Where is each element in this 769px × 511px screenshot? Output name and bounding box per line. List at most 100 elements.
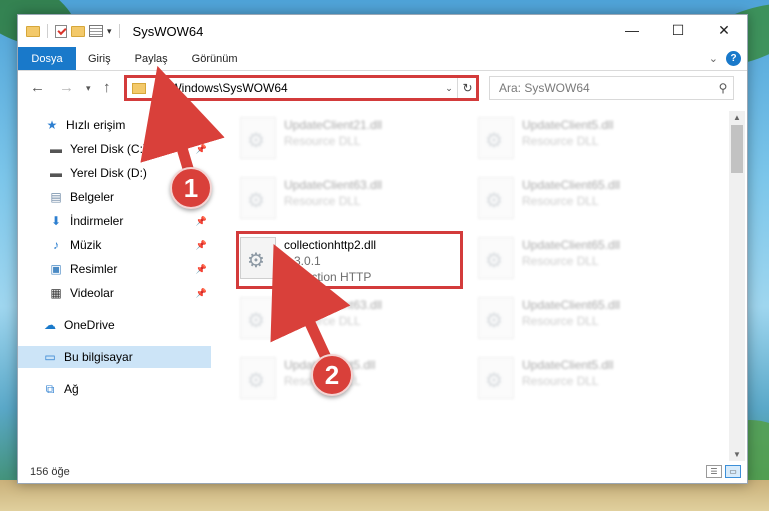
file-name: UpdateClient65.dll <box>522 238 621 252</box>
status-bar: 156 öğe ☰ ▭ <box>18 461 747 483</box>
list-item[interactable]: UpdateClient65.dll Resource DLL <box>474 233 702 289</box>
tab-file[interactable]: Dosya <box>18 47 76 70</box>
sidebar-item-pictures[interactable]: ▣ Resimler 📌 <box>18 258 211 280</box>
recent-locations-icon[interactable]: ▾ <box>86 83 91 94</box>
list-item[interactable]: UpdateClient63.dll Resource DLL <box>236 293 464 349</box>
ribbon-tabs: Dosya Giriş Paylaş Görünüm ⌄ ? <box>18 47 747 71</box>
sidebar-item-label: Yerel Disk (D:) <box>70 166 147 180</box>
file-description: Resource DLL <box>522 254 599 268</box>
forward-arrow-icon[interactable]: → <box>59 79 74 96</box>
help-icon[interactable]: ? <box>726 51 741 66</box>
pin-icon[interactable]: 📌 <box>196 216 207 227</box>
title-bar: ▾ SysWOW64 — ☐ ✕ <box>18 15 747 47</box>
details-view-icon[interactable]: ☰ <box>706 465 722 478</box>
file-description: Resource DLL <box>284 134 361 148</box>
sidebar-item-label: İndirmeler <box>70 214 124 228</box>
sidebar-item-downloads[interactable]: ⬇ İndirmeler 📌 <box>18 210 211 232</box>
tab-view[interactable]: Görünüm <box>180 47 250 70</box>
list-item[interactable]: UpdateClient5.dll Resource DLL <box>474 353 702 409</box>
navigation-bar: ← → ▾ ↑ C:\Windows\SysWOW64 ⌄ ↻ Ara: Sys… <box>18 75 747 103</box>
sidebar-item-label: Resimler <box>70 262 118 276</box>
wallpaper-sand <box>0 480 769 511</box>
sidebar-item-label: Yerel Disk (C:) <box>70 142 147 156</box>
chevron-down-icon[interactable]: ▾ <box>107 26 112 37</box>
dll-file-icon <box>478 117 514 159</box>
view-switcher: ☰ ▭ <box>706 465 741 478</box>
maximize-button[interactable]: ☐ <box>655 15 701 45</box>
search-input[interactable]: Ara: SysWOW64 <box>499 81 713 95</box>
sidebar-item-local-disk-c[interactable]: ▬ Yerel Disk (C:) 📌 <box>18 138 211 160</box>
dll-file-icon <box>240 297 276 339</box>
file-name: UpdateClient65.dll <box>522 178 621 192</box>
sidebar-item-label: Belgeler <box>70 190 115 204</box>
ribbon-right: ⌄ ? <box>709 51 741 66</box>
folder-icon[interactable] <box>26 25 40 37</box>
up-arrow-icon[interactable]: ↑ <box>103 79 111 96</box>
properties-check-icon[interactable] <box>55 24 67 38</box>
file-description: Resource DLL <box>522 194 599 208</box>
list-item[interactable]: UpdateClient5.dll Resource DLL <box>474 113 702 169</box>
pin-icon[interactable]: 📌 <box>196 144 207 155</box>
window-title: SysWOW64 <box>132 23 204 39</box>
navigation-pane: ★ Hızlı erişim ▬ Yerel Disk (C:) 📌 ▬ Yer… <box>18 111 213 461</box>
list-item[interactable]: UpdateClient65.dll Resource DLL <box>474 293 702 349</box>
expand-ribbon-icon[interactable]: ⌄ <box>709 52 718 65</box>
drive-icon: ▬ <box>50 142 62 156</box>
list-item[interactable]: UpdateClient21.dll Resource DLL <box>236 113 464 169</box>
pin-icon[interactable]: 📌 <box>196 288 207 299</box>
file-description: Resource DLL <box>522 134 599 148</box>
pin-icon[interactable]: 📌 <box>196 264 207 275</box>
quick-access-toolbar: ▾ <box>18 24 123 38</box>
dll-file-icon <box>240 177 276 219</box>
search-box[interactable]: Ara: SysWOW64 ⚲ <box>489 76 734 100</box>
tab-home[interactable]: Giriş <box>76 47 123 70</box>
sidebar-item-label: Videolar <box>70 286 114 300</box>
dll-file-icon <box>478 297 514 339</box>
scroll-down-icon[interactable]: ▼ <box>729 450 745 459</box>
list-item[interactable]: UpdateClient63.dll Resource DLL <box>236 173 464 229</box>
step-2-badge: 2 <box>311 354 353 396</box>
minimize-button[interactable]: — <box>609 15 655 45</box>
dll-file-icon <box>240 117 276 159</box>
sidebar-item-quick-access[interactable]: ★ Hızlı erişim <box>18 114 211 136</box>
sidebar-item-videos[interactable]: ▦ Videolar 📌 <box>18 282 211 304</box>
divider <box>118 24 120 38</box>
tab-share[interactable]: Paylaş <box>123 47 180 70</box>
pictures-icon: ▣ <box>50 262 62 276</box>
dll-file-icon <box>240 357 276 399</box>
cloud-icon: ☁ <box>44 318 56 332</box>
vertical-scrollbar[interactable]: ▲ ▼ <box>729 111 745 461</box>
step-1-badge: 1 <box>170 167 212 209</box>
item-count: 156 öğe <box>30 466 70 478</box>
sidebar-item-this-pc[interactable]: ▭ Bu bilgisayar <box>18 346 211 368</box>
search-icon[interactable]: ⚲ <box>713 81 733 95</box>
properties-icon[interactable] <box>89 25 103 37</box>
window-controls: — ☐ ✕ <box>609 15 747 45</box>
new-folder-icon[interactable] <box>71 25 85 37</box>
list-item[interactable]: UpdateClient65.dll Resource DLL <box>474 173 702 229</box>
address-highlight-box <box>124 75 479 101</box>
file-description: Resource DLL <box>284 194 361 208</box>
sidebar-item-label: Ağ <box>64 382 79 396</box>
scroll-up-icon[interactable]: ▲ <box>729 113 745 122</box>
file-name: UpdateClient5.dll <box>522 118 614 132</box>
file-description: Resource DLL <box>284 314 361 328</box>
scrollbar-thumb[interactable] <box>731 125 743 173</box>
sidebar-item-onedrive[interactable]: ☁ OneDrive <box>18 314 211 336</box>
star-icon: ★ <box>46 118 58 132</box>
sidebar-item-network[interactable]: ⧉ Ağ <box>18 378 211 400</box>
dll-file-icon <box>478 237 514 279</box>
file-name: UpdateClient63.dll <box>284 178 383 192</box>
file-highlight-box <box>236 231 463 289</box>
computer-icon: ▭ <box>44 350 56 364</box>
drive-icon: ▬ <box>50 166 62 180</box>
file-name: UpdateClient21.dll <box>284 118 383 132</box>
large-icons-view-icon[interactable]: ▭ <box>725 465 741 478</box>
file-description: Resource DLL <box>522 374 599 388</box>
sidebar-item-music[interactable]: ♪ Müzik 📌 <box>18 234 211 256</box>
pin-icon[interactable]: 📌 <box>196 240 207 251</box>
close-button[interactable]: ✕ <box>701 15 747 45</box>
sidebar-item-label: OneDrive <box>64 318 115 332</box>
dll-file-icon <box>478 357 514 399</box>
back-arrow-icon[interactable]: ← <box>30 79 45 96</box>
